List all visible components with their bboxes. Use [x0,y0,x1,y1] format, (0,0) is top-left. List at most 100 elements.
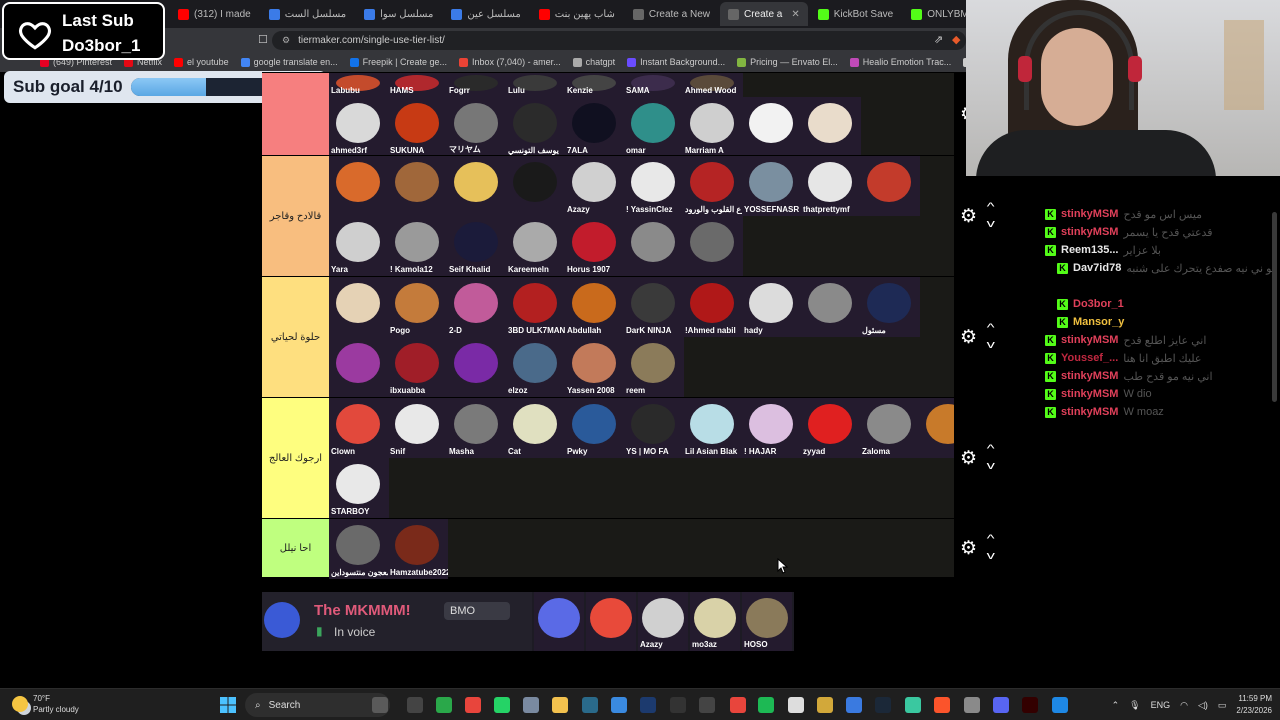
tier-item[interactable] [329,337,389,397]
tier-item[interactable] [447,337,507,397]
tier-item[interactable] [742,97,802,157]
tier-item[interactable]: STARBOY [329,458,389,518]
photos-icon[interactable] [611,697,627,713]
tier-item[interactable]: Fogrr [447,73,507,97]
bookmark-item[interactable]: google translate en... [240,57,338,67]
tier-item[interactable]: omar [624,97,684,157]
tier-item[interactable]: Lulu [506,73,566,97]
epic-games-icon[interactable] [699,697,715,713]
voice-member[interactable]: mo3az [690,592,740,651]
chat-username[interactable]: stinkyMSM [1061,334,1118,346]
tier-item[interactable]: Azazy [565,156,625,216]
chat-username[interactable]: Mansor_y [1073,316,1124,328]
tier-item[interactable]: 2-D [447,277,507,337]
microphone-icon[interactable]: 🎙 [1129,700,1140,711]
tier-item[interactable]: Pwky [565,398,625,458]
bookmark-item[interactable]: el youtube [174,57,229,67]
address-field[interactable]: ⚙ tiermaker.com/single-use-tier-list/ [272,31,966,50]
steam-icon[interactable] [875,697,891,713]
tier-item[interactable]: معجون منتسوداين [329,519,389,579]
tier-item[interactable]: !Ahmed nabil [683,277,743,337]
settings-icon[interactable] [964,697,980,713]
tier-item[interactable]: Snif [388,398,448,458]
tier-item[interactable] [329,277,389,337]
tier-label[interactable]: احا نيلل [262,519,329,577]
chevron-up-icon[interactable]: ^ [987,443,995,455]
tier-item[interactable]: thatprettymf [801,156,861,216]
clock[interactable]: 11:59 PM 2/23/2026 [1236,693,1272,717]
illustrator-icon[interactable] [1022,697,1038,713]
chevron-down-icon[interactable]: v [987,550,995,562]
spotify-icon[interactable] [758,697,774,713]
browser-tab[interactable]: مسلسل الست [261,2,354,26]
bookmark-star-icon[interactable]: ☐ [258,33,268,46]
chat-username[interactable]: Dav7id78 [1073,262,1121,274]
tier-item[interactable]: ahmed3rf [329,97,389,157]
browser-tab[interactable]: مسلسل عين [443,2,528,26]
tier-item[interactable]: Kareemeln [506,216,566,276]
browser-tab[interactable]: مسلسل سوا [356,2,441,26]
voice-member[interactable]: Azazy [638,592,688,651]
chevron-up-icon[interactable]: ⌃ [1112,700,1120,711]
tier-item[interactable]: Labubu [329,73,389,97]
brave-icon[interactable] [934,697,950,713]
tier-item[interactable] [683,216,743,276]
tier-item[interactable]: مسئول [860,277,920,337]
tier-item[interactable]: 3BD ULK7MAN [506,277,566,337]
chat-username[interactable]: Reem135... [1061,244,1118,256]
browser-tab[interactable]: Create a ✕ [719,2,808,26]
chevron-down-icon[interactable]: v [987,218,995,230]
weather-widget[interactable]: 70°F Partly cloudy [12,693,79,715]
taskbar-search[interactable]: ⌕ Search [245,693,390,717]
bookmark-item[interactable]: chatgpt [572,57,615,67]
tier-label[interactable]: قالادح وقاجر [262,156,329,276]
voice-member[interactable] [586,592,636,651]
tier-item[interactable]: reem [624,337,684,397]
chat-scrollbar[interactable] [1272,212,1277,402]
bookmark-item[interactable]: Freepik | Create ge... [349,57,447,67]
gear-icon[interactable]: ⚙ [960,205,977,228]
extension-icon[interactable]: ◆ [952,33,960,46]
tier-item[interactable]: Pogo [388,277,448,337]
tier-item[interactable]: SAMA [624,73,684,97]
browser-tab[interactable]: (312) I made [170,2,259,26]
language-indicator[interactable]: ENG [1151,700,1171,710]
tier-item[interactable]: Abdullah [565,277,625,337]
chat-username[interactable]: stinkyMSM [1061,388,1118,400]
chevron-down-icon[interactable]: v [987,339,995,351]
tier-item[interactable]: Zaloma [860,398,920,458]
tier-item[interactable]: SUKUNA [388,97,448,157]
tier-item[interactable]: Kenzie [565,73,625,97]
store-icon[interactable] [846,697,862,713]
chat-username[interactable]: stinkyMSM [1061,208,1118,220]
tier-item[interactable]: Yara [329,216,389,276]
gear-icon[interactable]: ⚙ [960,447,977,470]
tier-item[interactable]: ! HAJAR [742,398,802,458]
tier-item[interactable] [801,277,861,337]
tier-item[interactable]: YOSSEFNASR [742,156,802,216]
tier-label[interactable] [262,73,329,155]
gear-icon[interactable]: ⚙ [960,537,977,560]
bookmark-item[interactable]: Healio Emotion Trac... [849,57,951,67]
bookmark-item[interactable]: Instant Background... [627,57,725,67]
browser-tab[interactable]: Create a New [625,2,718,26]
chrome-icon[interactable] [465,697,481,713]
file-explorer-icon[interactable] [552,697,568,713]
chat-username[interactable]: stinkyMSM [1061,370,1118,382]
chat-username[interactable]: Do3bor_1 [1073,298,1124,310]
camera-icon[interactable] [523,697,539,713]
tier-item[interactable]: Yassen 2008 [565,337,625,397]
tier-item[interactable]: 7ALA [565,97,625,157]
site-info-icon[interactable]: ⚙ [282,35,290,46]
volume-icon[interactable]: ◁) [1198,700,1208,711]
tier-item[interactable]: Marriam A [683,97,743,157]
gear-icon[interactable]: ⚙ [960,326,977,349]
battery-icon[interactable]: ▭ [1218,700,1227,711]
tier-item[interactable] [388,156,448,216]
tier-item[interactable]: Ahmed Wood [683,73,743,97]
tier-item[interactable]: hady [742,277,802,337]
tier-item[interactable]: マリヤム [447,97,507,157]
tier-item[interactable]: HAMS [388,73,448,97]
tier-item[interactable]: Masha [447,398,507,458]
stack-icon[interactable] [817,697,833,713]
